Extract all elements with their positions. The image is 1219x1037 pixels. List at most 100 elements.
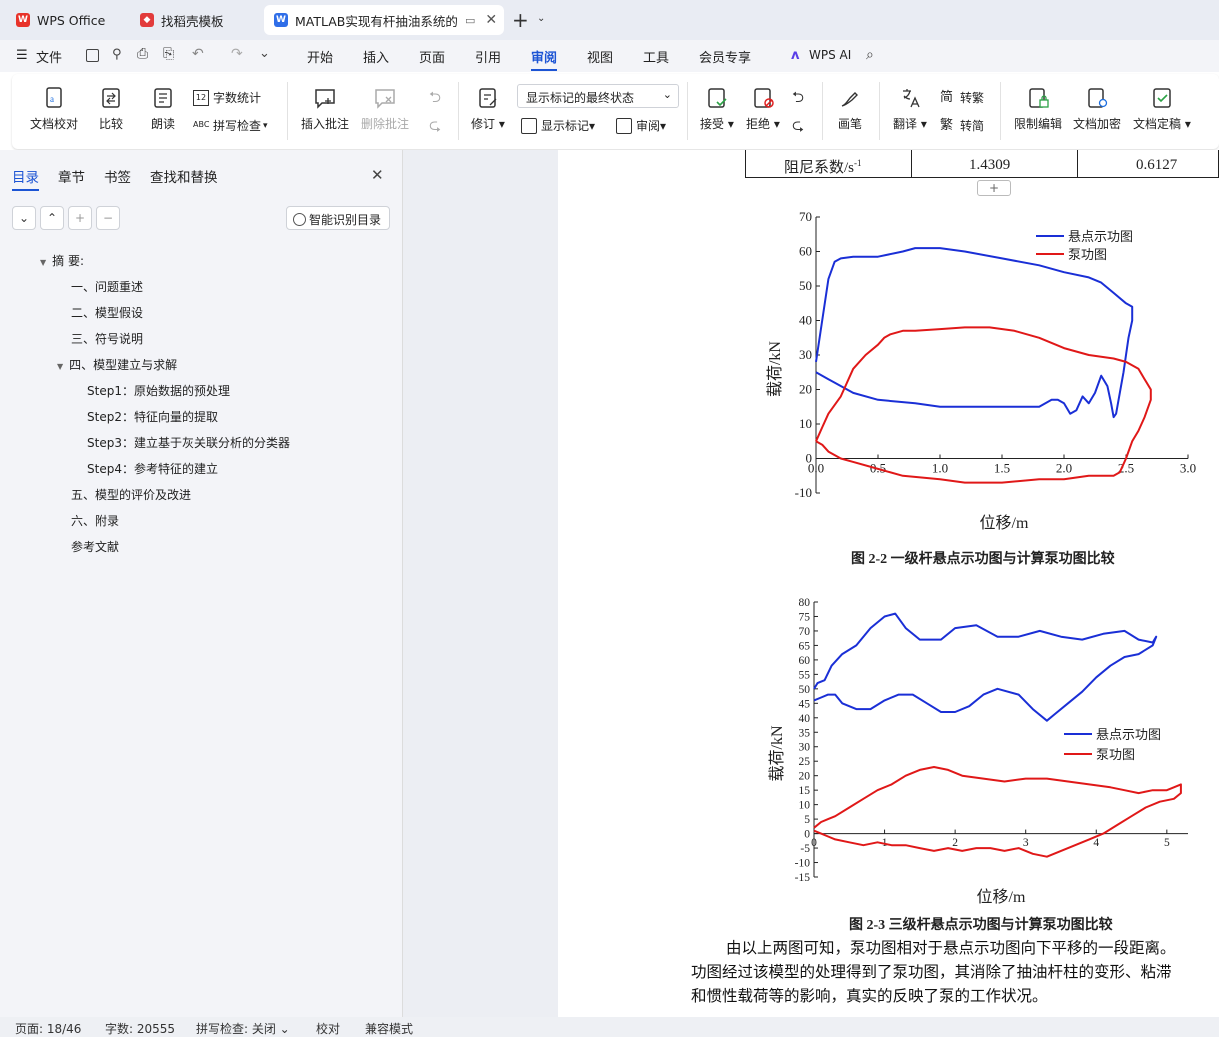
chevron-down-icon[interactable]: ⌄ [537,13,545,24]
compare-button[interactable]: 比较 [99,86,123,132]
tab-template[interactable]: ◆ 找稻壳模板 [130,5,258,35]
toc-item[interactable]: Step1：原始数据的预处理 [87,382,230,399]
review-pane-button[interactable]: 审阅 ▾ [616,117,666,134]
toc-item[interactable]: 五、模型的评价及改进 [71,486,191,503]
collapse-all-button[interactable]: ⌄ [12,206,36,230]
expand-triangle-icon[interactable]: ▼ [40,258,46,267]
table-cell-value: 0.6127 [1136,157,1178,173]
word-count-indicator[interactable]: 字数: 20555 [105,1020,175,1037]
tab-find-replace[interactable]: 查找和替换 [150,166,218,186]
close-tab-icon[interactable]: ✕ [485,12,497,28]
expand-up-button[interactable]: ⌃ [40,206,64,230]
series-line [813,766,1182,858]
x-tick-label: 2.0 [1056,461,1072,476]
menu-wps-ai[interactable]: WPS AI [809,48,851,62]
insert-comment-icon [315,89,335,109]
tab-document-active[interactable]: W MATLAB实现有杆抽油系统的 ▭ ✕ [264,5,504,35]
toc-item[interactable]: 二、模型假设 [71,304,143,321]
menu-reference[interactable]: 引用 [475,47,501,66]
menu-insert[interactable]: 插入 [363,47,389,66]
next-change-icon[interactable]: ⮎ [792,115,804,140]
x-axis-label: 位移/m [980,514,1029,532]
y-tick-label: 50 [799,684,811,696]
word-count-button[interactable]: 12 字数统计 [193,89,261,106]
menu-review-active[interactable]: 审阅 [531,47,558,71]
next-comment-icon[interactable]: ⮎ [429,115,441,140]
menu-home[interactable]: 开始 [307,47,333,66]
new-tab-button[interactable]: + [512,8,529,32]
read-label: 朗读 [151,117,176,131]
prev-comment-icon[interactable]: ⮌ [429,87,441,112]
undo-icon[interactable]: ↶ [192,46,204,62]
doc-check-button[interactable]: a 文档校对 [30,86,78,132]
add-row-button[interactable]: + [977,180,1011,196]
restrict-edit-button[interactable]: 限制编辑 [1014,86,1062,132]
tab-bookmarks[interactable]: 书签 [104,166,131,186]
x-tick-label: 2.5 [1118,461,1134,476]
toc-item[interactable]: Step2：特征向量的提取 [87,408,218,425]
toc-item[interactable]: 三、符号说明 [71,330,143,347]
word-doc-icon: W [274,13,288,27]
show-marks-button[interactable]: 显示标记 ▾ [521,117,595,134]
tab-toc[interactable]: 目录 [12,166,39,191]
finalize-button[interactable]: 文档定稿 ▾ [1133,86,1191,132]
toc-item[interactable]: 参考文献 [71,538,119,555]
document-page[interactable]: 阻尼系数/s-1 1.4309 0.6127 + -10 0 10 20 30 40 50 6… [558,150,1219,1017]
share-icon[interactable]: ⚲ [112,47,122,62]
expand-triangle-icon[interactable]: ▼ [57,362,63,371]
redo-icon[interactable]: ↷ [231,46,243,62]
page-indicator[interactable]: 页面: 18/46 [15,1020,81,1037]
menu-tools[interactable]: 工具 [643,47,669,66]
search-icon[interactable]: ⌕ [866,47,874,63]
toc-item-label: 六、附录 [71,514,120,528]
to-traditional-button[interactable]: 简 转繁 [940,89,984,106]
to-simplified-button[interactable]: 繁 转简 [940,117,984,134]
close-pane-icon[interactable]: ✕ [371,166,384,184]
display-state-select[interactable]: 显示标记的最终状态 ⌄ [517,84,679,108]
menu-file[interactable]: 文件 [36,47,62,66]
menu-page[interactable]: 页面 [419,47,445,66]
toc-item[interactable]: Step4：参考特征的建立 [87,460,218,477]
toc-item[interactable]: ▼ 摘 要: [40,252,84,269]
prev-change-icon[interactable]: ⮌ [792,87,804,112]
menu-view[interactable]: 视图 [587,47,613,66]
spell-check-button[interactable]: ABC 拼写检查 ▾ [193,117,268,134]
spell-check-status[interactable]: 拼写检查: 关闭 ⌄ [196,1020,290,1037]
proof-status[interactable]: 校对 [316,1020,340,1037]
remove-heading-button[interactable]: − [96,206,120,230]
translate-label: 翻译 [893,117,918,131]
delete-comment-button[interactable]: 删除批注 [361,86,409,132]
read-aloud-button[interactable]: 朗读 [151,86,175,132]
print-preview-icon[interactable]: ⎘ [163,46,174,62]
hamburger-icon[interactable]: ☰ [16,48,28,63]
y-tick-label: 40 [799,313,812,328]
save-icon[interactable] [86,49,99,62]
print-icon[interactable]: ⎙ [137,46,148,62]
tab-label: MATLAB实现有杆抽油系统的 [295,13,458,29]
y-tick-label: 60 [799,244,812,259]
smart-toc-button[interactable]: 智能识别目录 [286,206,390,230]
tab-wps-office[interactable]: W WPS Office [6,5,124,35]
tab-chapters[interactable]: 章节 [58,166,85,186]
reject-button[interactable]: 拒绝 ▾ [746,86,780,132]
toc-item[interactable]: 一、问题重述 [71,278,143,295]
translate-button[interactable]: 翻译 ▾ [893,86,927,132]
chevron-down-icon: ▾ [263,120,268,131]
toc-item[interactable]: 六、附录 [71,512,119,529]
add-heading-button[interactable]: + [68,206,92,230]
pen-button[interactable]: 画笔 [838,86,862,132]
delete-comment-label: 删除批注 [361,117,410,131]
x-tick-label: 2 [952,837,958,849]
revise-button[interactable]: 修订 ▾ [471,86,505,132]
toc-item[interactable]: Step3：建立基于灰关联分析的分类器 [87,434,290,451]
more-icon[interactable]: ⌄ [259,46,270,61]
insert-comment-button[interactable]: 插入批注 [301,86,349,132]
menu-member[interactable]: 会员专享 [699,47,751,66]
tab-label: WPS Office [37,12,106,28]
encrypt-button[interactable]: 文档加密 [1073,86,1121,132]
accept-icon [708,88,727,108]
toc-item[interactable]: ▼ 四、模型建立与求解 [57,356,177,373]
accept-button[interactable]: 接受 ▾ [700,86,734,132]
y-axis-label: 载荷/kN [766,341,784,397]
y-tick-label: 70 [799,626,811,638]
